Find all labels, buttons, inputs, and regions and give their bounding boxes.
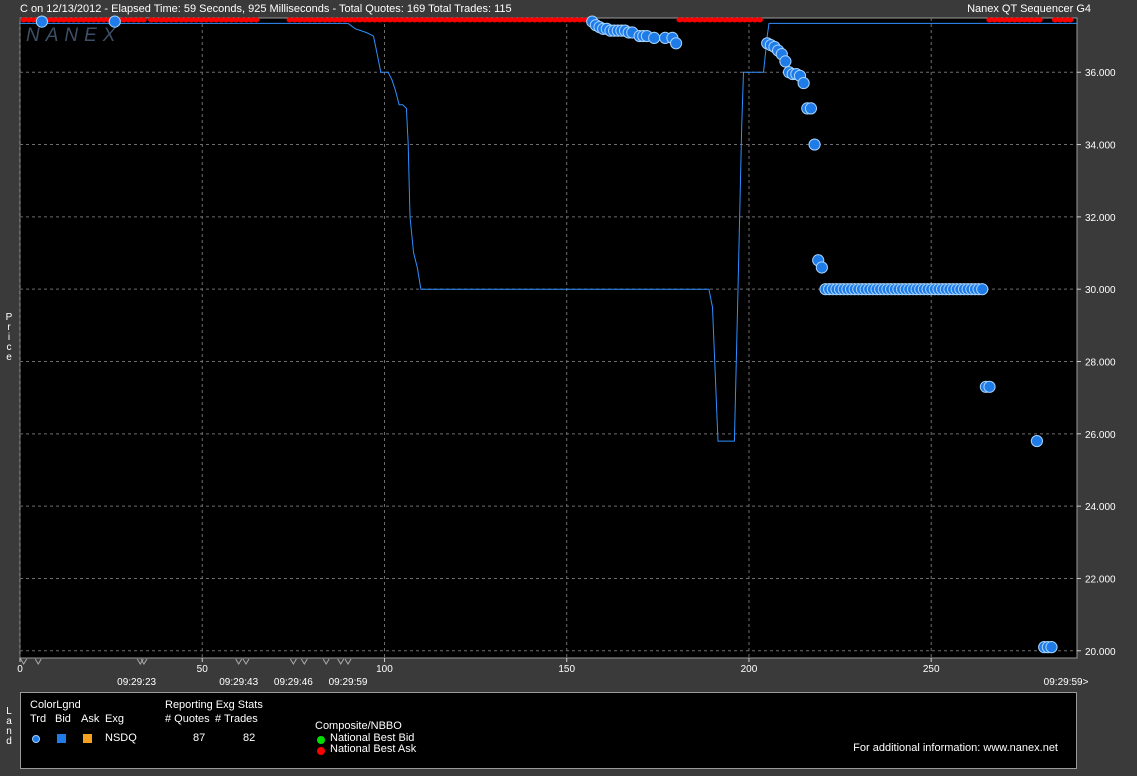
- trade-marker: [108, 15, 121, 28]
- best-ask-marker: [1036, 17, 1043, 23]
- x-tick-label: 0: [17, 664, 23, 675]
- time-marker-icon: [242, 658, 250, 665]
- time-marker-icon: [289, 658, 297, 665]
- bid-swatch-icon: [57, 734, 66, 743]
- trade-marker: [815, 261, 828, 274]
- ask-swatch-icon: [83, 734, 92, 743]
- y-tick-label: 28.000: [1085, 358, 1116, 369]
- time-marker-icon: [235, 658, 243, 665]
- time-marker-icon: [34, 658, 42, 665]
- y-tick-label: 22.000: [1085, 574, 1116, 585]
- composite-nbbo-title: Composite/NBBO: [315, 720, 402, 732]
- additional-info-text: For additional information: www.nanex.ne…: [853, 742, 1058, 754]
- y-tick-label: 36.000: [1085, 68, 1116, 79]
- best-ask-marker: [253, 17, 260, 23]
- trade-swatch-icon: [32, 735, 40, 743]
- x-tick-label: 200: [741, 664, 758, 675]
- best-ask-marker: [1066, 17, 1074, 23]
- trade-marker: [669, 37, 683, 50]
- y-tick-label: 24.000: [1085, 502, 1116, 513]
- y-tick-label: 30.000: [1085, 285, 1116, 296]
- time-label: 09:29:59>: [1044, 677, 1089, 688]
- reporting-stats-title: Reporting Exg Stats: [165, 699, 263, 711]
- nanex-watermark: NANEX: [26, 25, 121, 46]
- legend-bid-label: Bid: [55, 713, 71, 725]
- time-marker-icon: [337, 658, 345, 665]
- best-ask-marker: [756, 17, 763, 23]
- time-label: 09:29:23: [117, 677, 156, 688]
- time-label: 09:29:59: [329, 677, 368, 688]
- quotes-value: 87: [193, 732, 206, 744]
- y-tick-label: 32.000: [1085, 213, 1116, 224]
- trade-marker: [648, 31, 661, 44]
- exchange-name: NSDQ: [105, 732, 137, 744]
- trade-marker: [804, 102, 818, 115]
- time-label: 09:29:43: [219, 677, 258, 688]
- trade-marker: [1045, 641, 1058, 654]
- price-chart: NANEX 20.000 22.000 24.000 26.000 28.000 30.00…: [17, 15, 1116, 688]
- time-marker-icon: [322, 658, 330, 665]
- x-tick-label: 50: [197, 664, 209, 675]
- y-tick-label: 20.000: [1085, 647, 1116, 658]
- quotes-header: # Quotes: [165, 713, 210, 725]
- best-ask-icon: [317, 747, 325, 755]
- y-tick-label: 26.000: [1085, 430, 1116, 441]
- best-ask-marker: [140, 17, 147, 23]
- x-tick-label: 150: [558, 664, 575, 675]
- time-marker-icon: [344, 658, 352, 665]
- plot-area: [19, 17, 1078, 659]
- legend-trd-label: Trd: [30, 713, 47, 725]
- time-label: 09:29:46: [274, 677, 313, 688]
- x-tick-label: 250: [923, 664, 940, 675]
- legend-exg-label: Exg: [105, 713, 124, 725]
- color-legend-title: ColorLgnd: [30, 699, 81, 711]
- trade-marker: [1030, 434, 1044, 448]
- best-bid-icon: [317, 736, 325, 744]
- trade-marker: [35, 15, 48, 28]
- time-marker-icon: [300, 658, 308, 665]
- trade-marker: [797, 76, 810, 90]
- trade-marker: [983, 380, 996, 393]
- national-best-ask-label: National Best Ask: [330, 743, 417, 755]
- trade-marker: [808, 138, 821, 151]
- legend-panel: ColorLgnd Trd Bid Ask Exg NSDQ Reporting…: [20, 692, 1077, 769]
- trade-marker: [779, 55, 792, 68]
- trades-header: # Trades: [215, 713, 258, 725]
- trade-marker: [976, 283, 989, 296]
- legend-ask-label: Ask: [81, 713, 100, 725]
- x-tick-label: 100: [376, 664, 393, 675]
- y-tick-label: 34.000: [1085, 141, 1116, 152]
- price-axis-label: Price: [5, 312, 13, 363]
- legend-land-label: Land: [6, 706, 12, 747]
- trades-value: 82: [243, 732, 256, 744]
